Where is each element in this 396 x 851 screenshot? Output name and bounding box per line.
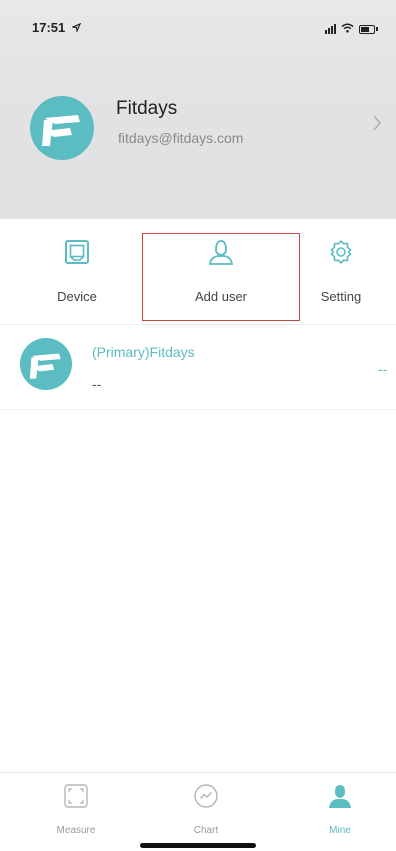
tab-measure[interactable]: Measure (26, 773, 126, 851)
tab-chart[interactable]: Chart (156, 773, 256, 851)
profile-email: fitdays@fitdays.com (118, 130, 244, 146)
status-icons (325, 20, 378, 38)
location-arrow-icon (70, 19, 82, 37)
avatar (30, 96, 94, 160)
home-indicator (140, 843, 256, 848)
tab-measure-label: Measure (56, 825, 96, 836)
device-button[interactable]: Device (38, 219, 116, 325)
avatar (20, 338, 72, 390)
status-bar: 17:51 (0, 0, 396, 46)
user-list-item[interactable]: (Primary)Fitdays -- -- (0, 325, 396, 410)
tab-chart-label: Chart (193, 825, 219, 836)
profile-card[interactable]: Fitdays fitdays@fitdays.com (30, 94, 381, 160)
user-subtitle: -- (92, 376, 102, 392)
tab-bar: Measure Chart Mine (0, 772, 396, 851)
tab-mine-label: Mine (329, 825, 351, 836)
device-label: Device (57, 289, 97, 304)
profile-header: 17:51 Fitdays fitdays@fitdays.com (0, 0, 396, 219)
gear-icon (328, 239, 354, 265)
mine-screen: 17:51 Fitdays fitdays@fitdays.com Device… (0, 0, 396, 851)
signal-icon (325, 24, 336, 34)
chart-circle-icon (193, 783, 219, 809)
setting-button[interactable]: Setting (300, 219, 382, 325)
user-name: (Primary)Fitdays (92, 344, 195, 360)
measure-frame-icon (63, 783, 89, 809)
profile-name: Fitdays (116, 98, 178, 119)
device-icon (64, 239, 90, 265)
battery-tip (376, 27, 378, 31)
chevron-right-icon (372, 114, 382, 137)
setting-label: Setting (320, 289, 362, 304)
wifi-icon (341, 20, 354, 38)
battery-icon (359, 24, 375, 34)
user-value: -- (378, 361, 388, 377)
tab-mine[interactable]: Mine (290, 773, 390, 851)
add-user-highlight-box (142, 233, 300, 321)
status-time: 17:51 (32, 20, 66, 35)
person-filled-icon (327, 783, 353, 809)
